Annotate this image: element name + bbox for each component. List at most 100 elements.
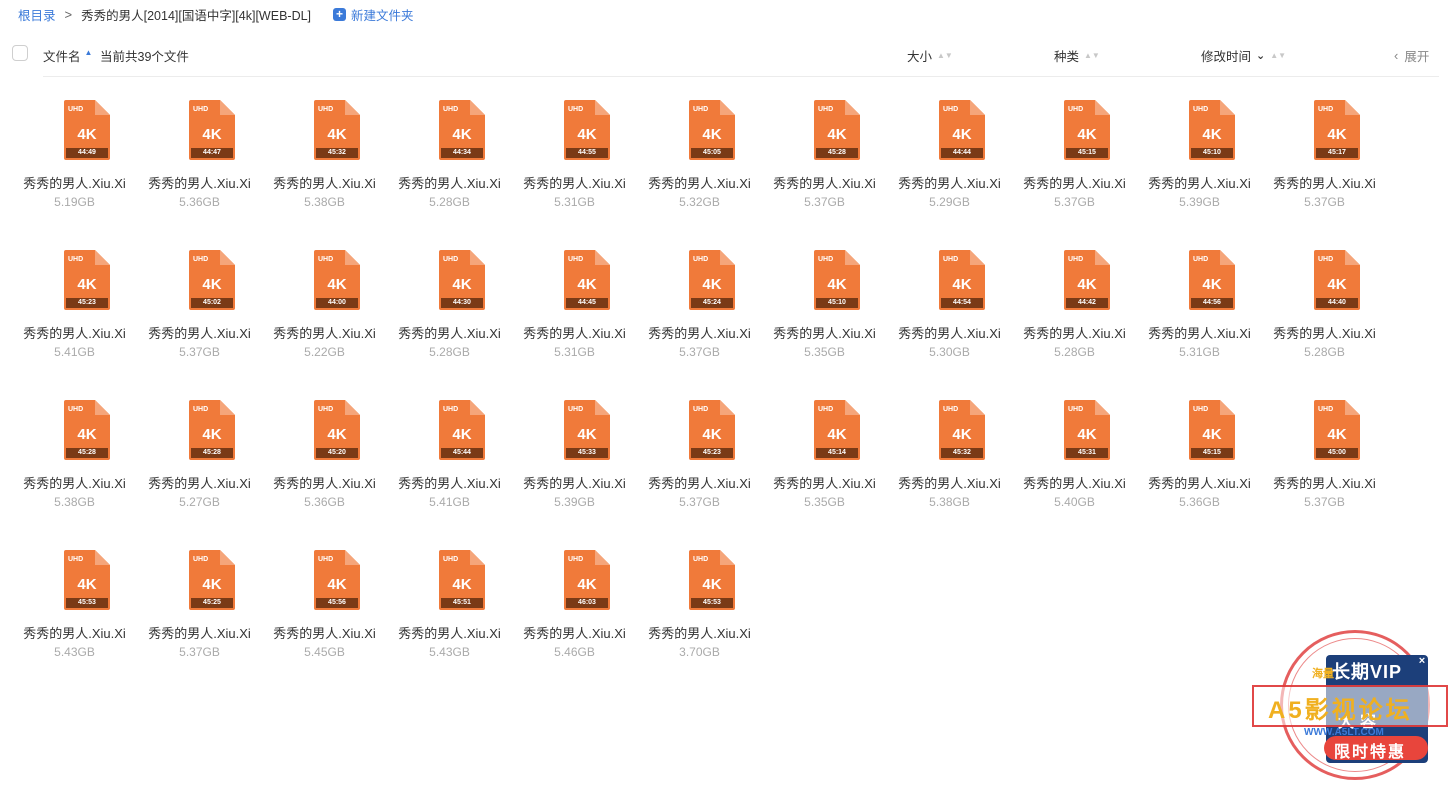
file-tile[interactable]: UHD 4K 44:30 秀秀的男人.Xiu.Xi 5.28GB [387, 248, 512, 368]
video-file-icon: UHD 4K 45:00 [1314, 400, 1360, 460]
4k-label: 4K [1077, 426, 1097, 443]
file-tile[interactable]: UHD 4K 45:23 秀秀的男人.Xiu.Xi 5.41GB [12, 248, 137, 368]
file-tile[interactable]: UHD 4K 45:20 秀秀的男人.Xiu.Xi 5.36GB [262, 398, 387, 518]
file-name: 秀秀的男人.Xiu.Xi [273, 176, 376, 191]
file-tile[interactable]: UHD 4K 45:32 秀秀的男人.Xiu.Xi 5.38GB [262, 98, 387, 218]
file-size: 5.31GB [554, 195, 595, 209]
file-size: 5.28GB [429, 195, 470, 209]
file-tile[interactable]: UHD 4K 45:44 秀秀的男人.Xiu.Xi 5.41GB [387, 398, 512, 518]
4k-label: 4K [202, 126, 222, 143]
uhd-badge: UHD [1193, 256, 1209, 263]
file-tile[interactable]: UHD 4K 45:15 秀秀的男人.Xiu.Xi 5.36GB [1137, 398, 1262, 518]
4k-label: 4K [202, 426, 222, 443]
sort-by-size-button[interactable]: 大小 ▲▼ [907, 46, 953, 65]
file-name: 秀秀的男人.Xiu.Xi [1023, 176, 1126, 191]
file-tile[interactable]: UHD 4K 45:05 秀秀的男人.Xiu.Xi 5.32GB [637, 98, 762, 218]
select-all-checkbox[interactable] [12, 45, 28, 61]
sort-toggle-icon: ▲▼ [1270, 50, 1287, 60]
duration-badge: 44:44 [941, 148, 983, 158]
video-file-icon: UHD 4K 44:47 [189, 100, 235, 160]
uhd-badge: UHD [68, 406, 84, 413]
file-tile[interactable]: UHD 4K 45:25 秀秀的男人.Xiu.Xi 5.37GB [137, 548, 262, 668]
file-tile[interactable]: UHD 4K 44:56 秀秀的男人.Xiu.Xi 5.31GB [1137, 248, 1262, 368]
file-tile[interactable]: UHD 4K 45:28 秀秀的男人.Xiu.Xi 5.37GB [762, 98, 887, 218]
file-tile[interactable]: UHD 4K 44:49 秀秀的男人.Xiu.Xi 5.19GB [12, 98, 137, 218]
4k-label: 4K [1202, 276, 1222, 293]
4k-label: 4K [202, 276, 222, 293]
duration-badge: 45:05 [691, 148, 733, 158]
file-tile[interactable]: UHD 4K 45:51 秀秀的男人.Xiu.Xi 5.43GB [387, 548, 512, 668]
file-tile[interactable]: UHD 4K 45:02 秀秀的男人.Xiu.Xi 5.37GB [137, 248, 262, 368]
close-icon[interactable]: × [1415, 654, 1429, 668]
file-size: 5.46GB [554, 645, 595, 659]
file-tile[interactable]: UHD 4K 44:47 秀秀的男人.Xiu.Xi 5.36GB [137, 98, 262, 218]
file-tile[interactable]: UHD 4K 45:17 秀秀的男人.Xiu.Xi 5.37GB [1262, 98, 1387, 218]
file-tile[interactable]: UHD 4K 44:55 秀秀的男人.Xiu.Xi 5.31GB [512, 98, 637, 218]
file-tile[interactable]: UHD 4K 44:00 秀秀的男人.Xiu.Xi 5.22GB [262, 248, 387, 368]
sort-by-name-button[interactable]: 文件名 ▲ [43, 46, 92, 65]
file-tile[interactable]: UHD 4K 44:34 秀秀的男人.Xiu.Xi 5.28GB [387, 98, 512, 218]
file-name: 秀秀的男人.Xiu.Xi [398, 326, 501, 341]
file-name: 秀秀的男人.Xiu.Xi [1148, 476, 1251, 491]
file-tile[interactable]: UHD 4K 45:31 秀秀的男人.Xiu.Xi 5.40GB [1012, 398, 1137, 518]
file-tile[interactable]: UHD 4K 44:40 秀秀的男人.Xiu.Xi 5.28GB [1262, 248, 1387, 368]
file-tile[interactable]: UHD 4K 44:42 秀秀的男人.Xiu.Xi 5.28GB [1012, 248, 1137, 368]
chevron-left-icon: ‹ [1394, 48, 1399, 63]
uhd-badge: UHD [693, 256, 709, 263]
file-name: 秀秀的男人.Xiu.Xi [273, 626, 376, 641]
expand-button[interactable]: ‹ 展开 [1394, 46, 1429, 65]
video-file-icon: UHD 4K 45:32 [314, 100, 360, 160]
breadcrumb-root-link[interactable]: 根目录 [18, 5, 56, 24]
video-file-icon: UHD 4K 44:56 [1189, 250, 1235, 310]
file-tile[interactable]: UHD 4K 46:03 秀秀的男人.Xiu.Xi 5.46GB [512, 548, 637, 668]
file-tile[interactable]: UHD 4K 45:32 秀秀的男人.Xiu.Xi 5.38GB [887, 398, 1012, 518]
file-size: 5.45GB [304, 645, 345, 659]
file-tile[interactable]: UHD 4K 45:10 秀秀的男人.Xiu.Xi 5.35GB [762, 248, 887, 368]
duration-badge: 45:15 [1066, 148, 1108, 158]
4k-label: 4K [577, 126, 597, 143]
new-folder-button[interactable]: + 新建文件夹 [333, 5, 414, 24]
4k-label: 4K [1327, 426, 1347, 443]
file-size: 5.37GB [679, 345, 720, 359]
file-name: 秀秀的男人.Xiu.Xi [273, 476, 376, 491]
file-size: 5.37GB [679, 495, 720, 509]
file-tile[interactable]: UHD 4K 45:53 秀秀的男人.Xiu.Xi 3.70GB [637, 548, 762, 668]
promo-ad[interactable]: 长期VIP 海量 大容 A5影视论坛 WWW.A5LT.COM 限时特惠 × [1252, 630, 1448, 780]
file-tile[interactable]: UHD 4K 44:44 秀秀的男人.Xiu.Xi 5.29GB [887, 98, 1012, 218]
file-tile[interactable]: UHD 4K 45:10 秀秀的男人.Xiu.Xi 5.39GB [1137, 98, 1262, 218]
promo-small-text: 海量 [1312, 668, 1334, 680]
uhd-badge: UHD [1318, 256, 1334, 263]
column-type-label: 种类 [1054, 50, 1080, 64]
file-tile[interactable]: UHD 4K 45:33 秀秀的男人.Xiu.Xi 5.39GB [512, 398, 637, 518]
file-tile[interactable]: UHD 4K 45:00 秀秀的男人.Xiu.Xi 5.37GB [1262, 398, 1387, 518]
file-size: 5.35GB [804, 495, 845, 509]
duration-badge: 45:28 [816, 148, 858, 158]
uhd-badge: UHD [693, 556, 709, 563]
video-file-icon: UHD 4K 45:20 [314, 400, 360, 460]
file-name: 秀秀的男人.Xiu.Xi [1023, 326, 1126, 341]
4k-label: 4K [452, 276, 472, 293]
duration-badge: 45:56 [316, 598, 358, 608]
sort-by-type-button[interactable]: 种类 ▲▼ [1054, 46, 1100, 65]
file-tile[interactable]: UHD 4K 45:23 秀秀的男人.Xiu.Xi 5.37GB [637, 398, 762, 518]
file-tile[interactable]: UHD 4K 45:24 秀秀的男人.Xiu.Xi 5.37GB [637, 248, 762, 368]
file-name: 秀秀的男人.Xiu.Xi [898, 476, 1001, 491]
file-tile[interactable]: UHD 4K 44:54 秀秀的男人.Xiu.Xi 5.30GB [887, 248, 1012, 368]
sort-by-mtime-button[interactable]: 修改时间 ⌄ ▲▼ [1201, 46, 1286, 65]
file-tile[interactable]: UHD 4K 45:53 秀秀的男人.Xiu.Xi 5.43GB [12, 548, 137, 668]
file-tile[interactable]: UHD 4K 45:15 秀秀的男人.Xiu.Xi 5.37GB [1012, 98, 1137, 218]
file-tile[interactable]: UHD 4K 45:56 秀秀的男人.Xiu.Xi 5.45GB [262, 548, 387, 668]
video-file-icon: UHD 4K 45:53 [689, 550, 735, 610]
list-header: 文件名 ▲ 当前共39个文件 大小 ▲▼ 种类 ▲▼ 修改时间 ⌄ ▲▼ ‹ 展… [0, 38, 1454, 70]
file-tile[interactable]: UHD 4K 45:28 秀秀的男人.Xiu.Xi 5.27GB [137, 398, 262, 518]
file-name: 秀秀的男人.Xiu.Xi [898, 176, 1001, 191]
uhd-badge: UHD [1068, 256, 1084, 263]
video-file-icon: UHD 4K 44:00 [314, 250, 360, 310]
duration-badge: 45:32 [941, 448, 983, 458]
file-name: 秀秀的男人.Xiu.Xi [648, 326, 751, 341]
file-tile[interactable]: UHD 4K 45:28 秀秀的男人.Xiu.Xi 5.38GB [12, 398, 137, 518]
file-tile[interactable]: UHD 4K 45:14 秀秀的男人.Xiu.Xi 5.35GB [762, 398, 887, 518]
file-tile[interactable]: UHD 4K 44:45 秀秀的男人.Xiu.Xi 5.31GB [512, 248, 637, 368]
file-size: 5.28GB [1304, 345, 1345, 359]
video-file-icon: UHD 4K 44:34 [439, 100, 485, 160]
